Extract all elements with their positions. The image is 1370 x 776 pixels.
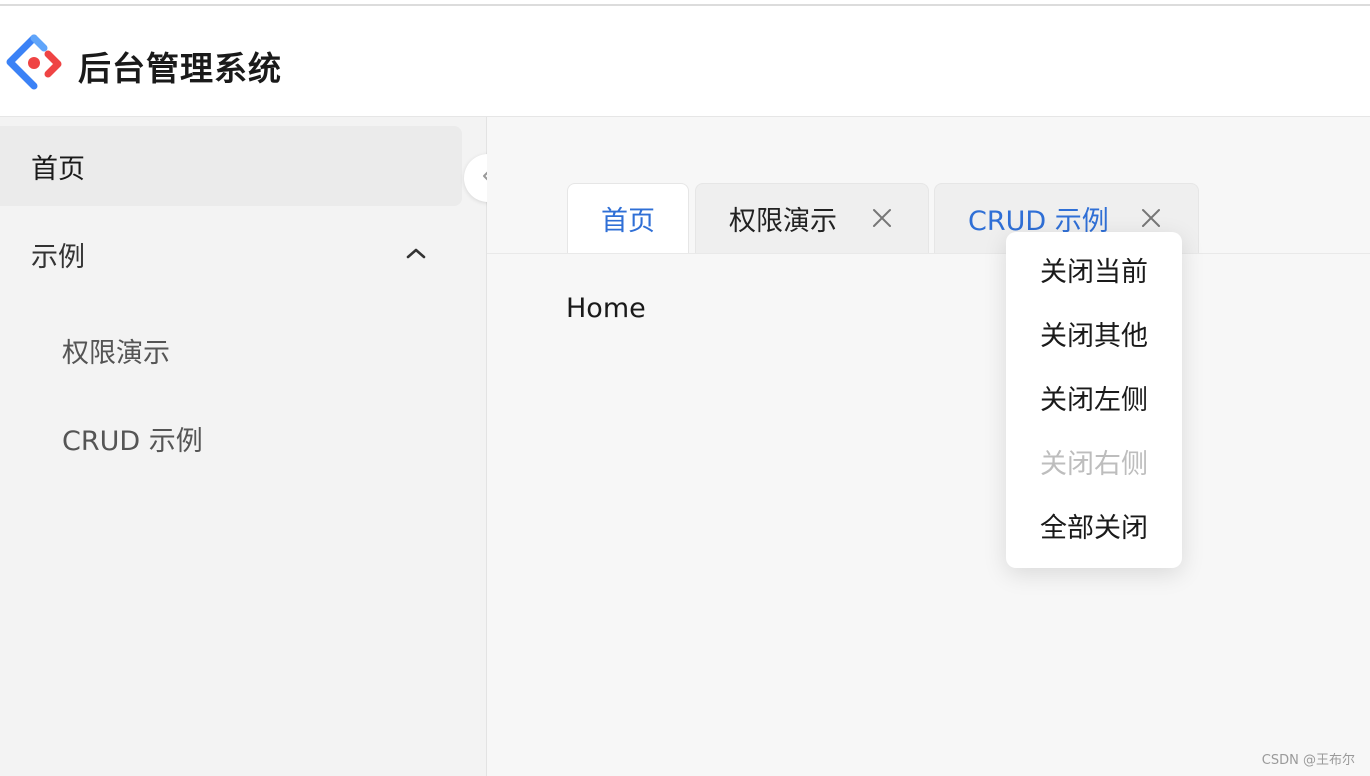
watermark: CSDN @王布尔: [1261, 753, 1355, 768]
sidebar-item-label: 示例: [31, 241, 85, 273]
context-menu-close-right: 关闭右侧: [1040, 449, 1148, 480]
close-icon[interactable]: [1139, 206, 1163, 230]
page-content-text: Home: [566, 293, 646, 324]
app-header: 后台管理系统: [0, 6, 1370, 117]
context-menu-close-all[interactable]: 全部关闭: [1006, 504, 1182, 554]
tab-permission-demo[interactable]: 权限演示: [695, 183, 929, 253]
sidebar-item-permission-demo[interactable]: 权限演示: [0, 310, 462, 390]
context-menu-close-left[interactable]: 关闭左侧: [1006, 376, 1182, 426]
tab-label: 首页: [601, 206, 655, 237]
sidebar-item-label: CRUD 示例: [62, 425, 203, 457]
sidebar-item-label: 权限演示: [62, 337, 170, 369]
sidebar-item-home[interactable]: 首页: [0, 126, 462, 206]
main-content: 首页 权限演示 CRUD 示例 Home: [487, 117, 1370, 776]
sidebar-item-examples[interactable]: 示例: [0, 214, 462, 294]
close-icon[interactable]: [870, 206, 894, 230]
chevron-up-icon: [404, 242, 428, 266]
sidebar-item-crud-example[interactable]: CRUD 示例: [0, 398, 462, 478]
tab-bar-divider: [487, 253, 1370, 254]
tab-label: 权限演示: [729, 206, 837, 237]
sidebar: 首页 示例 权限演示 CRUD 示例: [0, 117, 487, 776]
tab-home[interactable]: 首页: [567, 183, 689, 253]
context-menu-close-others[interactable]: 关闭其他: [1006, 312, 1182, 362]
sidebar-item-label: 首页: [31, 153, 85, 185]
context-menu-close-current[interactable]: 关闭当前: [1006, 248, 1182, 298]
tab-context-menu: 关闭当前 关闭其他 关闭左侧 关闭右侧 全部关闭: [1006, 232, 1182, 568]
app-title: 后台管理系统: [78, 49, 282, 88]
logo-icon: [4, 34, 64, 92]
